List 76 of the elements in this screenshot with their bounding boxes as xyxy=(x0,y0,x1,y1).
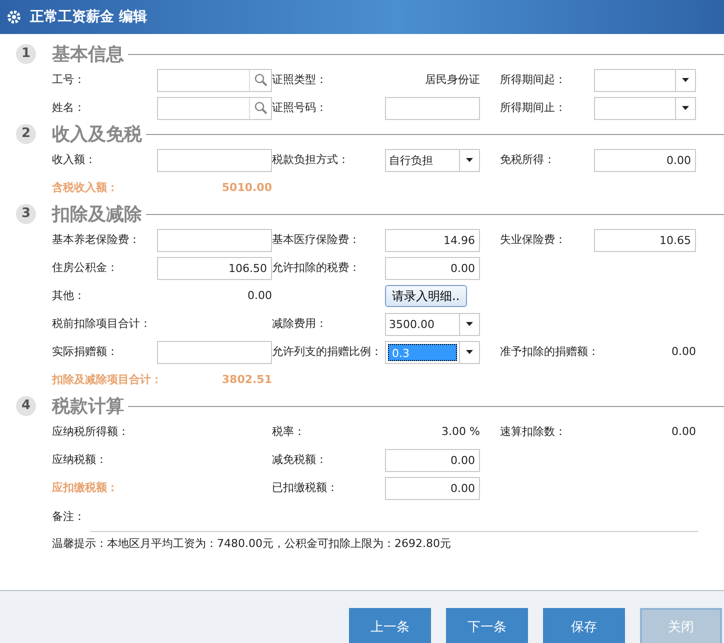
footer-button[interactable]: 下一条 xyxy=(446,608,528,643)
field-label: 其他： xyxy=(52,288,85,304)
section-title: 基本信息 xyxy=(52,42,124,66)
field-label: 减免税额： xyxy=(272,452,328,468)
caret-icon xyxy=(682,106,689,110)
field-label: 应纳税额： xyxy=(52,452,107,468)
search-icon xyxy=(254,101,268,115)
field-label: 证照号码： xyxy=(272,100,328,116)
value-text: 0.00 xyxy=(672,344,696,360)
value-text: 居民身份证 xyxy=(425,72,480,88)
detail-button[interactable]: 请录入明细.. xyxy=(385,285,467,307)
field-label: 证照类型： xyxy=(272,72,327,88)
step-number: 4 xyxy=(16,396,36,416)
field-label: 备注： xyxy=(52,508,86,525)
date-field[interactable] xyxy=(594,96,696,120)
search-field[interactable] xyxy=(157,96,272,120)
value-text: 0.00 xyxy=(248,288,272,304)
field-label: 应扣缴税额： xyxy=(52,480,118,496)
field-label: 基本养老保险费： xyxy=(52,232,141,248)
field-label: 所得期间止： xyxy=(500,100,567,116)
caret-icon xyxy=(466,158,473,162)
field-label: 税率： xyxy=(272,424,305,440)
settings-icon xyxy=(6,9,22,25)
field-label: 实际捐赠额： xyxy=(52,344,119,360)
caret-icon xyxy=(466,350,473,354)
value-text: 5010.00 xyxy=(222,180,272,196)
step-number: 2 xyxy=(16,124,36,144)
caret-icon xyxy=(682,78,689,82)
value-text: 3802.51 xyxy=(222,372,272,388)
dropdown[interactable]: 3500.00 xyxy=(385,312,480,336)
field-label: 允许扣除的税费： xyxy=(272,260,361,276)
field-label: 应纳税所得额： xyxy=(52,424,129,440)
section-title: 扣除及减除 xyxy=(52,202,142,226)
field-label: 所得期间起： xyxy=(500,72,567,88)
field-label: 住房公积金： xyxy=(52,260,119,276)
input-field[interactable] xyxy=(157,148,272,172)
field-label: 已扣缴税额： xyxy=(272,480,339,496)
input-field[interactable]: 10.65 xyxy=(594,228,696,252)
input-field[interactable]: 106.50 xyxy=(157,256,272,280)
field-label: 收入额： xyxy=(52,152,97,168)
input-field[interactable]: 14.96 xyxy=(385,228,480,252)
caret-icon xyxy=(466,322,473,326)
search-field[interactable] xyxy=(157,68,272,92)
field-label: 税前扣除项目合计： xyxy=(52,316,151,332)
input-field[interactable]: 0.00 xyxy=(385,476,480,500)
field-label: 扣除及减除项目合计： xyxy=(52,372,162,388)
field-label: 工号： xyxy=(52,72,86,88)
input-field[interactable] xyxy=(385,96,480,120)
section-title: 收入及免税 xyxy=(52,122,142,146)
footer-button[interactable]: 保存 xyxy=(543,608,625,643)
field-label: 准予扣除的捐赠额： xyxy=(500,344,599,360)
input-field[interactable] xyxy=(157,340,272,364)
hint-text: 温馨提示：本地区月平均工资为：7480.00元，公积金可扣除上限为：2692.80元 xyxy=(52,536,452,552)
input-field[interactable]: 0.00 xyxy=(385,448,480,472)
field-label: 税款负担方式： xyxy=(272,152,350,168)
field-label: 允许列支的捐赠比例： xyxy=(272,344,383,360)
dropdown[interactable]: 自行负担 xyxy=(385,148,480,172)
field-label: 姓名： xyxy=(52,100,86,116)
field-label: 免税所得： xyxy=(500,152,556,168)
field-label: 速算扣除数： xyxy=(500,424,566,440)
section-title: 税款计算 xyxy=(52,394,124,418)
step-number: 1 xyxy=(16,44,36,64)
input-field[interactable]: 0.00 xyxy=(385,256,480,280)
field-label: 含税收入额： xyxy=(52,180,118,196)
field-label: 基本医疗保险费： xyxy=(272,232,361,248)
window-title: 正常工资薪金 编辑 xyxy=(30,8,147,26)
footer-button[interactable]: 上一条 xyxy=(349,608,431,643)
input-field[interactable]: 0.00 xyxy=(594,148,696,172)
value-text: 0.00 xyxy=(672,424,696,440)
field-label: 减除费用： xyxy=(272,316,328,332)
step-number: 3 xyxy=(16,204,36,224)
field-label: 失业保险费： xyxy=(500,232,567,248)
search-icon xyxy=(254,73,268,87)
input-field[interactable] xyxy=(157,228,272,252)
date-field[interactable] xyxy=(594,68,696,92)
value-text: 3.00 % xyxy=(442,424,480,440)
